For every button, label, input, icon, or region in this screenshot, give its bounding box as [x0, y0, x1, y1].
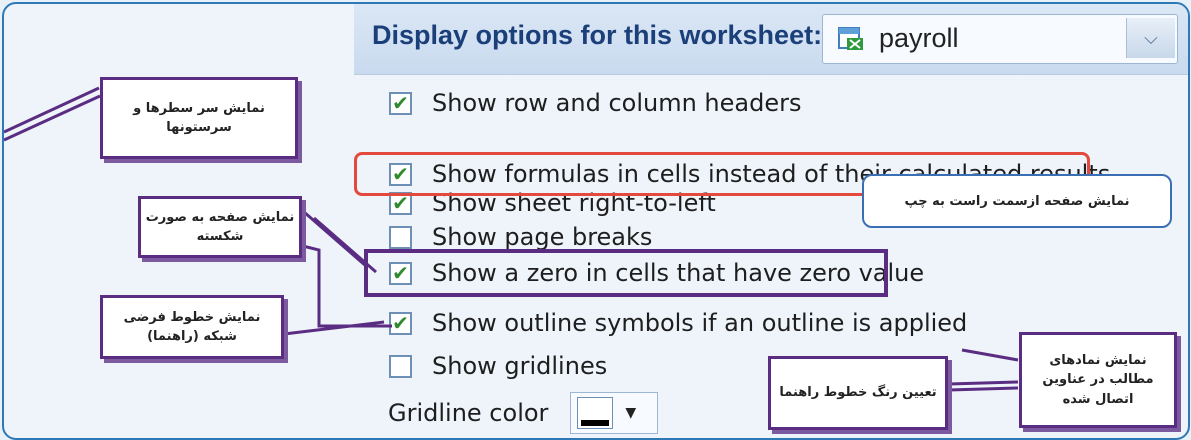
callout-page-breaks: نمایش صفحه به صورت شکسته — [138, 196, 302, 258]
callout-outline: نمایش نمادهای مطالب در عناوین اتصال شده — [1019, 332, 1177, 428]
callout-rtl: نمایش صفحه ازسمت راست به چپ — [862, 174, 1172, 228]
callout-gridline-color: تعیین رنگ خطوط راهنما — [768, 356, 948, 430]
options-panel: Display options for this worksheet: payr… — [2, 2, 1190, 440]
callout-headers: نمایش سر سطرها و سرستونها — [100, 77, 298, 159]
callout-gridlines: نمایش خطوط فرضی شبکه (راهنما) — [100, 295, 284, 359]
